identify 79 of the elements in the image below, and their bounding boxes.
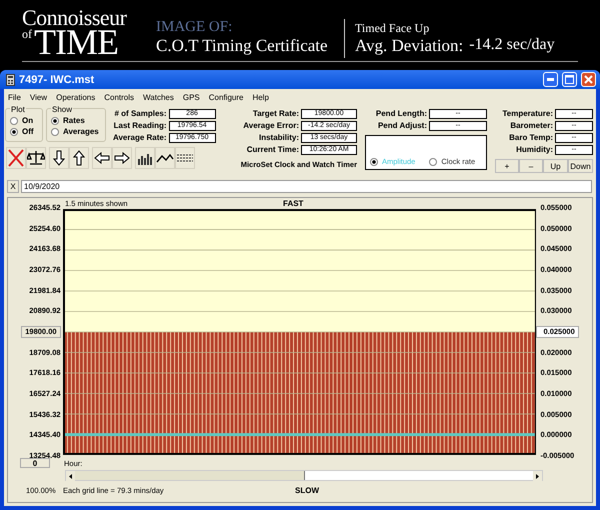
radio-label: Off [22, 127, 34, 136]
field-label: Average Rate: [113, 133, 167, 142]
minimize-button[interactable] [543, 72, 558, 87]
toolbar-button[interactable] [92, 147, 112, 169]
maximize-icon [565, 75, 574, 84]
hour-field[interactable]: 0 [20, 458, 50, 468]
toolbar-button[interactable] [69, 147, 89, 169]
left-arrow-icon [94, 152, 110, 164]
toolbar-button[interactable] [26, 147, 46, 169]
field-label: Pend Adjust: [378, 121, 427, 130]
field-label: Last Reading: [114, 121, 167, 130]
scroll-right-icon[interactable] [533, 471, 542, 482]
toolbar-button[interactable] [175, 147, 195, 169]
menu-item[interactable]: GPS [182, 92, 200, 102]
radio-button[interactable] [51, 128, 59, 136]
field-label: Current Time: [246, 145, 299, 154]
logo-text: TIME [34, 26, 118, 58]
field-label: Instability: [258, 133, 299, 142]
logo-text: of [22, 28, 32, 40]
radio-button[interactable] [10, 128, 18, 136]
toolbar-button[interactable] [112, 147, 132, 169]
deviation-value: -14.2 sec/day [469, 36, 555, 55]
adjust-button[interactable]: – [519, 159, 543, 173]
adjust-button[interactable]: Up [543, 159, 568, 173]
close-icon [584, 75, 593, 84]
field-label: Average Error: [243, 121, 299, 130]
field-label: Pend Length: [376, 109, 427, 118]
field-label: Humidity: [516, 145, 553, 154]
radio-button[interactable] [370, 158, 378, 166]
field-label: Barometer: [510, 121, 553, 130]
field-label: Temperature: [502, 109, 553, 118]
dashed-lines-icon [176, 153, 194, 163]
window-title: 7497- IWC.mst [19, 74, 94, 86]
menu-item[interactable]: Configure [208, 92, 244, 102]
group-title: Show [51, 105, 74, 115]
field-label: # of Samples: [114, 109, 167, 118]
menu-item[interactable]: View [30, 92, 48, 102]
date-field[interactable]: 10/9/2020 [21, 180, 592, 193]
radio-button[interactable] [429, 158, 438, 166]
radio-label: Rates [63, 116, 85, 125]
deviation-label: Avg. Deviation: [355, 36, 464, 56]
logo-text: Connoisseur [22, 7, 128, 29]
line-chart-icon [156, 153, 174, 163]
right-arrow-icon [114, 152, 130, 164]
cross-icon [8, 149, 24, 167]
radio-label: On [22, 116, 34, 125]
menu-item[interactable]: Operations [56, 92, 96, 102]
slow-label: SLOW [295, 486, 319, 494]
fast-label: FAST [283, 198, 304, 208]
field-label: Baro Temp: [509, 133, 553, 142]
close-button[interactable] [581, 72, 596, 87]
maximize-button[interactable] [562, 72, 577, 87]
adjust-button[interactable]: Down [568, 159, 593, 173]
banner-title: C.O.T Timing Certificate [156, 36, 329, 56]
toolbar-button[interactable] [155, 147, 175, 169]
minimize-icon [547, 78, 554, 81]
scroll-thumb[interactable] [75, 471, 305, 480]
menu-item[interactable]: Controls [104, 92, 134, 102]
menu-item[interactable]: Watches [143, 92, 174, 102]
radio-button[interactable] [51, 116, 59, 124]
radio-button[interactable] [10, 116, 18, 124]
radio-label: Averages [63, 127, 99, 136]
toolbar-button[interactable] [135, 147, 155, 169]
horizontal-scrollbar[interactable] [65, 470, 543, 481]
banner-kicker: IMAGE OF: [156, 19, 234, 36]
toolbar-button[interactable] [49, 147, 69, 169]
menu-item[interactable]: File [8, 92, 21, 102]
calculator-icon [6, 74, 15, 86]
menu-item[interactable]: Help [252, 92, 269, 102]
group-title: Plot [10, 105, 26, 115]
scales-icon [27, 150, 45, 166]
down-arrow-icon [53, 150, 65, 166]
position-text: Timed Face Up [355, 21, 430, 36]
bar-chart-icon [137, 151, 153, 165]
field-label: Target Rate: [252, 109, 299, 118]
scroll-left-icon[interactable] [66, 471, 75, 482]
up-arrow-icon [73, 150, 85, 166]
clear-button[interactable]: X [7, 180, 19, 193]
adjust-button[interactable]: + [495, 159, 519, 173]
